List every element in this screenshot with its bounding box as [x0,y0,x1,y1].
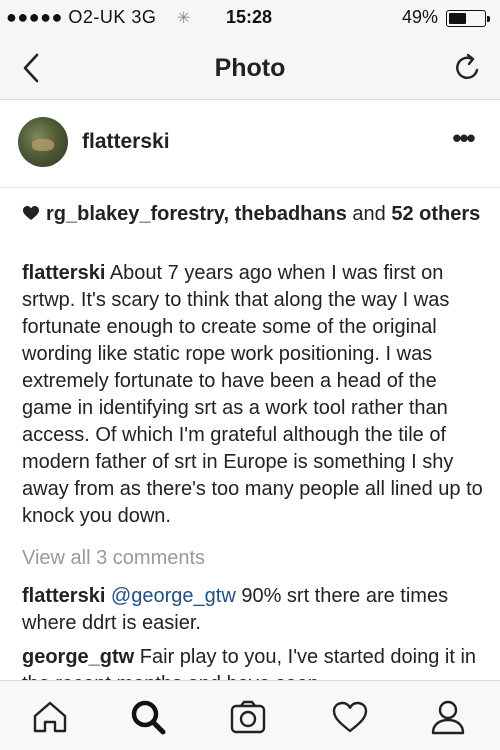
clock: 15:28 [226,7,273,27]
page-title: Photo [214,54,286,82]
refresh-icon[interactable] [450,50,486,86]
comment-mention[interactable]: @george_gtw [105,585,236,607]
view-all-comments-link[interactable]: View all 3 comments [22,547,205,570]
likes-line: rg_blakey_forestry, thebadhans and 52 ot… [22,200,482,228]
post-username[interactable]: flatterski [82,130,170,154]
profile-icon[interactable] [428,697,468,737]
tab-bar [0,680,500,750]
caption-username[interactable]: flatterski [22,262,105,284]
avatar[interactable] [18,117,68,167]
likes-others[interactable]: 52 others [391,203,480,225]
battery-percent: 49% [401,7,438,27]
heart-icon [23,206,39,220]
comment-item: flatterski @george_gtw 90% srt there are… [22,583,484,637]
carrier-label: ●●●●● O2-UK 3G [6,7,157,27]
status-bar: ●●●●● O2-UK 3G ✳ 15:28 49% [0,0,500,36]
likes-and-text: and [346,203,392,225]
caption-text: About 7 years ago when I was first on sr… [22,262,483,527]
more-horizontal-icon[interactable]: ••• [448,125,478,158]
battery-icon [446,10,490,27]
nav-bar: Photo [0,36,500,100]
search-icon[interactable] [128,697,168,737]
likes-users[interactable]: rg_blakey_forestry, thebadhans [46,203,347,225]
camera-icon[interactable] [228,697,268,737]
chevron-left-icon[interactable] [14,50,50,86]
caption: flatterski About 7 years ago when I was … [22,260,484,530]
heart-icon[interactable] [330,697,370,737]
loading-spinner-icon: ✳ [177,10,191,27]
comment-username[interactable]: george_gtw [22,646,134,668]
comment-username[interactable]: flatterski [22,585,105,607]
comment-item: george_gtw Fair play to you, I've starte… [22,644,484,680]
home-icon[interactable] [30,697,70,737]
post-header: flatterski ••• [0,100,500,188]
